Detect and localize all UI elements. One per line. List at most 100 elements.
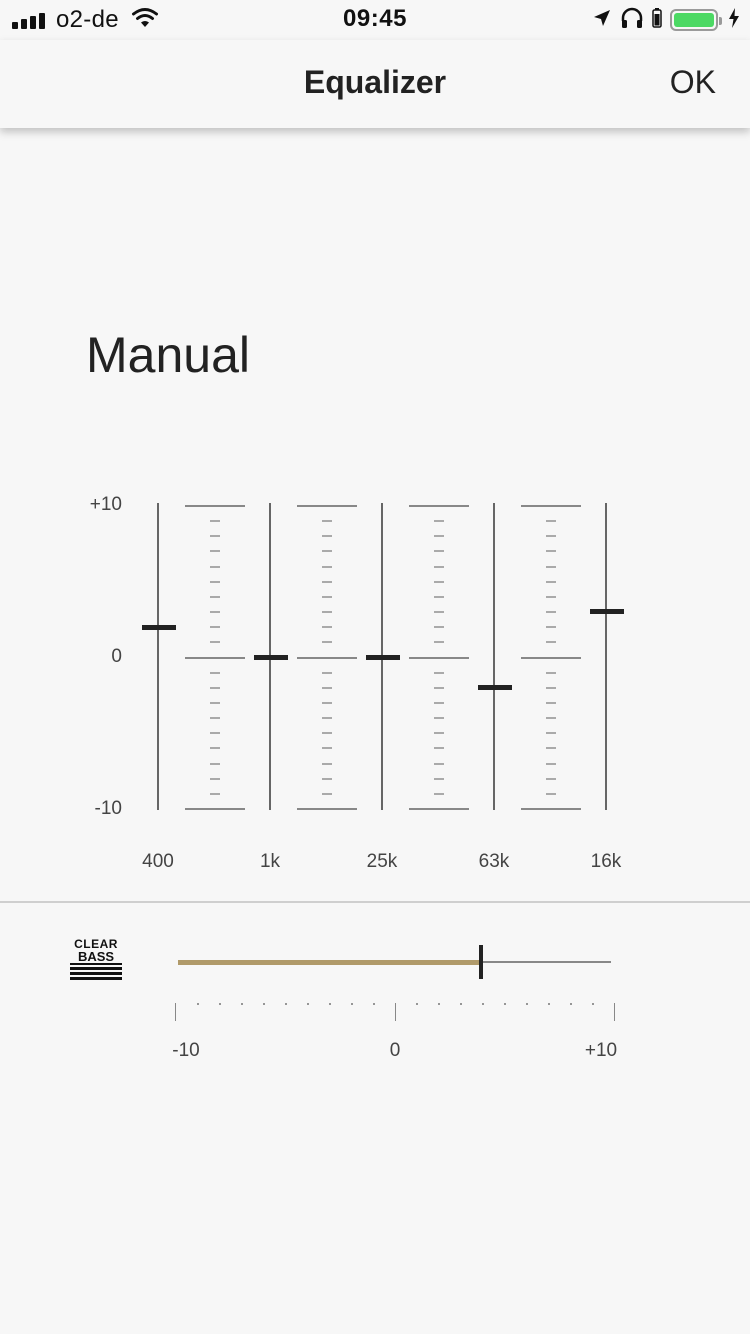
eq-scale-tick — [322, 793, 332, 795]
clear-bass-minor-tick — [285, 1003, 287, 1005]
eq-scale-tick — [434, 717, 444, 719]
eq-scale-tick — [322, 520, 332, 522]
eq-scale-tick — [185, 657, 245, 659]
status-bar: o2-de 09:45 — [0, 0, 750, 40]
page-title: Equalizer — [303, 64, 447, 100]
eq-scale-tick — [434, 687, 444, 689]
eq-scale-tick — [322, 611, 332, 613]
clear-bass-min-label: -10 — [172, 1040, 200, 1061]
eq-scale-tick — [322, 747, 332, 749]
band-fader-knob[interactable] — [254, 655, 288, 660]
eq-scale-tick — [210, 520, 220, 522]
clear-bass-logo: CLEAR BASS — [70, 938, 122, 980]
eq-scale-tick — [322, 732, 332, 734]
eq-scale-tick — [409, 808, 469, 810]
eq-scale-tick — [322, 687, 332, 689]
eq-scale-tick — [210, 626, 220, 628]
headphone-battery-icon — [652, 7, 662, 34]
clear-bass-minor-tick — [504, 1003, 506, 1005]
eq-scale-tick — [546, 672, 556, 674]
band-frequency-label: 400 — [142, 851, 174, 872]
eq-scale-tick — [185, 808, 245, 810]
eq-scale-tick — [322, 778, 332, 780]
clear-bass-major-tick — [395, 1003, 396, 1021]
eq-scale-tick — [546, 747, 556, 749]
eq-scale-tick — [210, 535, 220, 537]
band-fader-knob[interactable] — [478, 685, 512, 690]
clear-bass-minor-tick — [438, 1003, 440, 1005]
clear-bass-minor-tick — [592, 1003, 594, 1005]
location-arrow-icon — [592, 8, 612, 33]
clear-bass-minor-tick — [263, 1003, 265, 1005]
eq-scale-tick — [434, 596, 444, 598]
eq-scale-tick — [546, 732, 556, 734]
navigation-bar: Equalizer OK — [0, 40, 750, 128]
band-fader-knob[interactable] — [142, 625, 176, 630]
eq-scale-zero: 0 — [111, 646, 122, 667]
clear-bass-minor-tick — [241, 1003, 243, 1005]
status-right — [584, 6, 740, 34]
eq-scale-tick — [210, 763, 220, 765]
eq-scale-tick — [434, 611, 444, 613]
ok-button[interactable]: OK — [670, 64, 716, 101]
eq-scale-tick — [434, 550, 444, 552]
eq-scale-tick — [322, 717, 332, 719]
eq-scale-tick — [322, 566, 332, 568]
clear-bass-logo-bottom: BASS — [70, 950, 122, 965]
eq-scale-tick — [297, 808, 357, 810]
eq-scale-tick — [210, 566, 220, 568]
battery-fill — [674, 13, 714, 27]
clear-bass-minor-tick — [329, 1003, 331, 1005]
eq-scale-tick — [546, 535, 556, 537]
eq-scale-tick — [546, 611, 556, 613]
band-fader-track[interactable] — [157, 503, 159, 810]
clear-bass-minor-tick — [548, 1003, 550, 1005]
clear-bass-max-label: +10 — [584, 1040, 618, 1061]
eq-scale-tick — [434, 793, 444, 795]
eq-scale-tick — [546, 793, 556, 795]
eq-scale-tick — [210, 717, 220, 719]
band-fader-track[interactable] — [493, 503, 495, 810]
eq-scale-tick — [210, 732, 220, 734]
eq-scale-tick — [434, 520, 444, 522]
preset-name: Manual — [86, 327, 250, 383]
band-frequency-label: 16k — [590, 851, 622, 872]
clear-bass-minor-tick — [416, 1003, 418, 1005]
band-fader-knob[interactable] — [366, 655, 400, 660]
eq-scale-tick — [434, 732, 444, 734]
eq-scale-tick — [434, 641, 444, 643]
eq-scale-tick — [322, 581, 332, 583]
eq-scale-tick — [434, 626, 444, 628]
eq-scale-tick — [322, 763, 332, 765]
eq-scale-tick — [322, 626, 332, 628]
eq-scale-tick — [210, 550, 220, 552]
eq-scale-tick — [409, 505, 469, 507]
eq-scale-tick — [210, 611, 220, 613]
clear-bass-minor-tick — [570, 1003, 572, 1005]
eq-scale-tick — [546, 626, 556, 628]
eq-scale-tick — [546, 641, 556, 643]
eq-scale-tick — [297, 657, 357, 659]
band-frequency-label: 25k — [366, 851, 398, 872]
band-fader-knob[interactable] — [590, 609, 624, 614]
eq-scale-tick — [210, 702, 220, 704]
eq-scale-tick — [210, 747, 220, 749]
eq-scale-tick — [434, 747, 444, 749]
clear-bass-minor-tick — [460, 1003, 462, 1005]
eq-scale-tick — [210, 641, 220, 643]
eq-scale-tick — [434, 566, 444, 568]
band-fader-track[interactable] — [605, 503, 607, 810]
eq-scale-tick — [322, 550, 332, 552]
clear-bass-mid-label: 0 — [389, 1040, 401, 1061]
eq-scale-tick — [185, 505, 245, 507]
eq-scale-tick — [434, 581, 444, 583]
clear-bass-slider-thumb[interactable] — [479, 945, 483, 979]
eq-scale-tick — [546, 581, 556, 583]
eq-scale-tick — [297, 505, 357, 507]
clear-bass-minor-tick — [307, 1003, 309, 1005]
eq-scale-tick — [521, 657, 581, 659]
eq-scale-tick — [546, 778, 556, 780]
eq-scale-tick — [434, 778, 444, 780]
eq-scale-tick — [409, 657, 469, 659]
clear-bass-minor-tick — [351, 1003, 353, 1005]
